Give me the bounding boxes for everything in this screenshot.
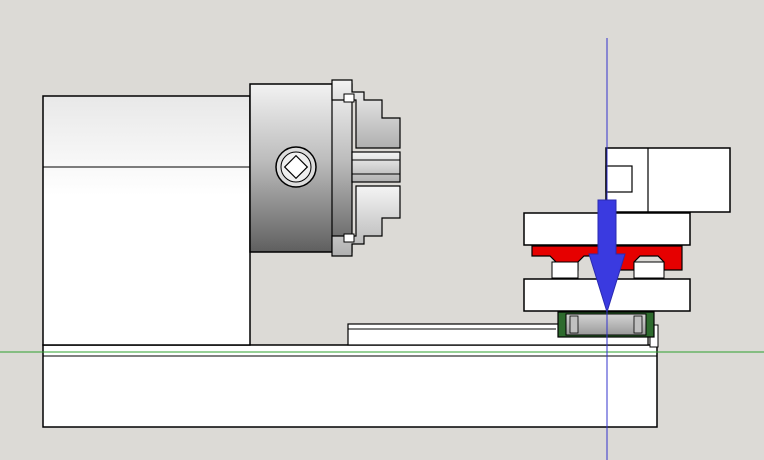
lathe-diagram <box>0 38 764 460</box>
cad-viewport[interactable] <box>0 0 764 460</box>
headstock[interactable] <box>42 95 251 346</box>
tool-post[interactable] <box>523 147 731 338</box>
chuck[interactable] <box>249 79 401 257</box>
